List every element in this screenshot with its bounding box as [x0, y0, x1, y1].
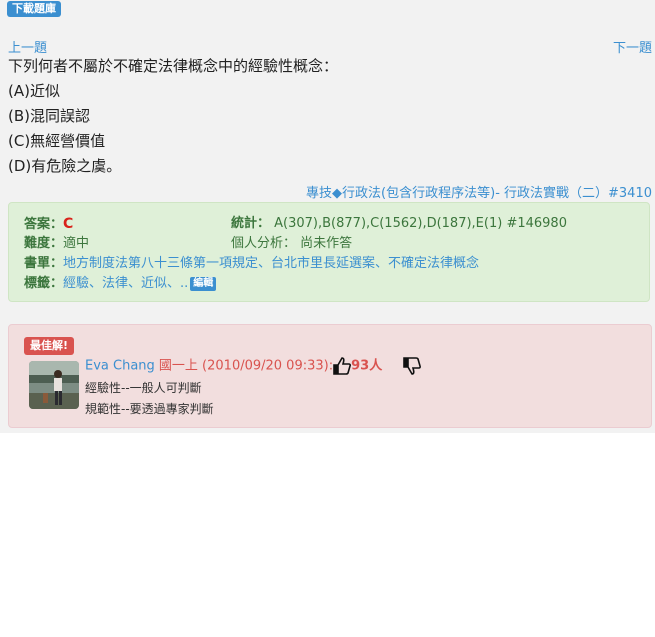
- option-c[interactable]: (C)無經營價值: [8, 132, 105, 150]
- stats-label: 統計：: [231, 216, 271, 231]
- comment-meta: 國一上 (2010/09/20 09:33):: [158, 358, 334, 374]
- tags-label: 標籤：: [24, 276, 64, 291]
- answer-row: 答案：C: [24, 216, 73, 233]
- booklist-label: 書單：: [24, 256, 64, 271]
- option-d[interactable]: (D)有危險之虞。: [8, 157, 121, 175]
- comment-line: 規範性--要透過專家判斷: [85, 402, 214, 416]
- booklist-links[interactable]: 地方制度法第八十三條第一項規定、台北市里長延選案、不確定法律概念: [63, 256, 479, 271]
- tags-links[interactable]: 經驗、法律、近似、..: [63, 276, 188, 291]
- best-answer-badge: 最佳解!: [24, 337, 75, 355]
- booklist-row: 書單：地方制度法第八十三條第一項規定、台北市里長延選案、不確定法律概念: [24, 256, 479, 272]
- thumbs-up-icon[interactable]: [333, 357, 352, 375]
- edit-tags-button[interactable]: 編輯: [190, 277, 217, 291]
- question-text: 下列何者不屬於不確定法律概念中的經驗性概念：: [8, 57, 339, 75]
- personal-analysis-row: 個人分析： 尚未作答: [231, 236, 352, 252]
- answer-value: C: [63, 216, 74, 232]
- page-body: 下載題庫 上一題 下一題 下列何者不屬於不確定法律概念中的經驗性概念： (A)近…: [0, 0, 655, 433]
- previous-question-link[interactable]: 上一題: [8, 37, 47, 56]
- comment-author-line: Eva Chang 國一上 (2010/09/20 09:33): 93人: [85, 357, 422, 376]
- next-question-link[interactable]: 下一題: [613, 37, 652, 56]
- best-answer-panel: 最佳解! Eva Chang 國一上 (2010/09/20 09:33): 93…: [8, 324, 652, 428]
- personal-analysis-label: 個人分析：: [231, 236, 297, 251]
- answer-label: 答案：: [24, 217, 64, 232]
- personal-analysis-value: 尚未作答: [300, 236, 353, 251]
- difficulty-label: 難度：: [24, 236, 64, 251]
- comment-author-name[interactable]: Eva Chang: [85, 359, 155, 374]
- answer-info-panel: 答案：C 統計： A(307),B(877),C(1562),D(187),E(…: [8, 202, 650, 302]
- option-a[interactable]: (A)近似: [8, 82, 60, 100]
- comment-line: 經驗性--一般人可判斷: [85, 381, 202, 395]
- thumbs-down-icon[interactable]: [402, 357, 422, 375]
- likes-count: 93人: [351, 358, 383, 374]
- option-b[interactable]: (B)混同誤認: [8, 107, 90, 125]
- download-question-bank-button[interactable]: 下載題庫: [7, 1, 61, 17]
- stats-value: A(307),B(877),C(1562),D(187),E(1) #14698…: [274, 216, 567, 231]
- exam-breadcrumb-link[interactable]: 專技◆行政法(包含行政程序法等)- 行政法實戰（二）#3410: [306, 182, 652, 201]
- difficulty-value: 適中: [63, 236, 90, 251]
- tags-row: 標籤：經驗、法律、近似、.. 編輯: [24, 276, 217, 292]
- difficulty-row: 難度：適中: [24, 236, 89, 252]
- avatar[interactable]: [29, 361, 79, 409]
- stats-row: 統計： A(307),B(877),C(1562),D(187),E(1) #1…: [231, 216, 567, 232]
